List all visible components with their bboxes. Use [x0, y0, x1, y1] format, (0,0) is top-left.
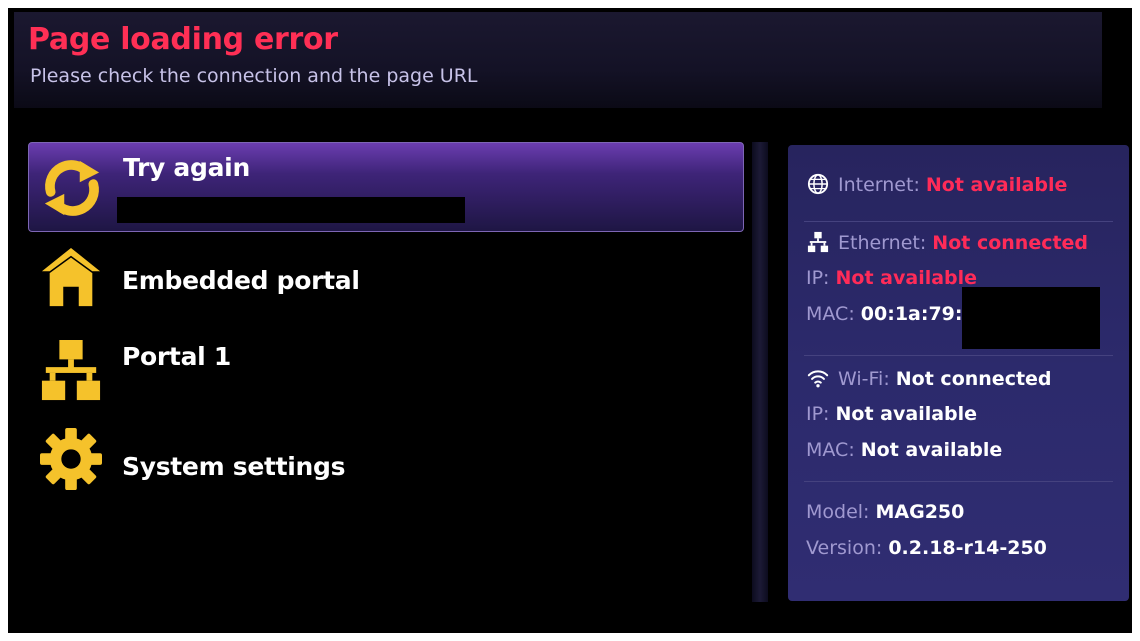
version-value: 0.2.18-r14-250 — [888, 537, 1047, 559]
network-status-panel: Internet: Not available Ethernet: Not co… — [788, 145, 1129, 601]
separator — [804, 221, 1113, 222]
menu-item-portal-1[interactable]: Portal 1 — [28, 328, 744, 418]
internet-label: Internet: — [838, 174, 920, 196]
menu-item-system-settings[interactable]: System settings — [28, 418, 744, 508]
separator — [804, 481, 1113, 482]
ethernet-ip-label: IP: — [806, 267, 830, 289]
gear-icon — [40, 428, 102, 490]
error-header: Page loading error Please check the conn… — [14, 12, 1102, 108]
globe-icon — [807, 173, 829, 195]
version-label: Version: — [806, 537, 883, 559]
wifi-status: Wi-Fi: Not connected — [806, 367, 1052, 390]
version-info: Version: 0.2.18-r14-250 — [806, 537, 1047, 559]
ethernet-label: Ethernet: — [838, 232, 927, 254]
wifi-value: Not connected — [895, 368, 1052, 390]
ethernet-icon — [807, 231, 829, 253]
menu-label-system-settings: System settings — [122, 452, 346, 481]
ethernet-value: Not connected — [932, 232, 1089, 254]
menu-label-portal-1: Portal 1 — [122, 342, 231, 371]
wifi-ip-value: Not available — [835, 403, 978, 425]
ethernet-mac-label: MAC: — [806, 303, 855, 325]
menu-item-try-again[interactable]: Try again — [28, 142, 744, 232]
internet-value: Not available — [925, 174, 1068, 196]
ethernet-ip-value: Not available — [835, 267, 978, 289]
menu-item-embedded-portal[interactable]: Embedded portal — [28, 240, 744, 330]
ethernet-mac: MAC: 00:1a:79: — [806, 303, 963, 325]
menu-label-embedded-portal: Embedded portal — [122, 266, 360, 295]
network-icon — [41, 340, 101, 401]
ethernet-ip: IP: Not available — [806, 267, 977, 289]
wifi-mac: MAC: Not available — [806, 439, 1002, 461]
page-subtitle: Please check the connection and the page… — [30, 65, 478, 87]
internet-status: Internet: Not available — [806, 173, 1067, 196]
stb-screen: Page loading error Please check the conn… — [8, 8, 1132, 633]
wifi-label: Wi-Fi: — [838, 368, 890, 390]
ethernet-mac-value: 00:1a:79: — [860, 303, 963, 325]
wifi-ip-label: IP: — [806, 403, 830, 425]
panel-divider — [752, 142, 768, 602]
menu-label-try-again: Try again — [123, 153, 250, 182]
wifi-mac-value: Not available — [860, 439, 1003, 461]
redacted-url — [117, 197, 465, 223]
wifi-mac-label: MAC: — [806, 439, 855, 461]
model-label: Model: — [806, 501, 870, 523]
model-value: MAG250 — [875, 501, 965, 523]
wifi-ip: IP: Not available — [806, 403, 977, 425]
home-icon — [41, 247, 101, 307]
page-title: Page loading error — [28, 22, 338, 57]
refresh-icon — [44, 160, 100, 216]
redacted-mac — [962, 287, 1100, 349]
wifi-icon — [807, 370, 829, 388]
ethernet-status: Ethernet: Not connected — [806, 231, 1088, 254]
separator — [804, 355, 1113, 356]
model-info: Model: MAG250 — [806, 501, 964, 523]
